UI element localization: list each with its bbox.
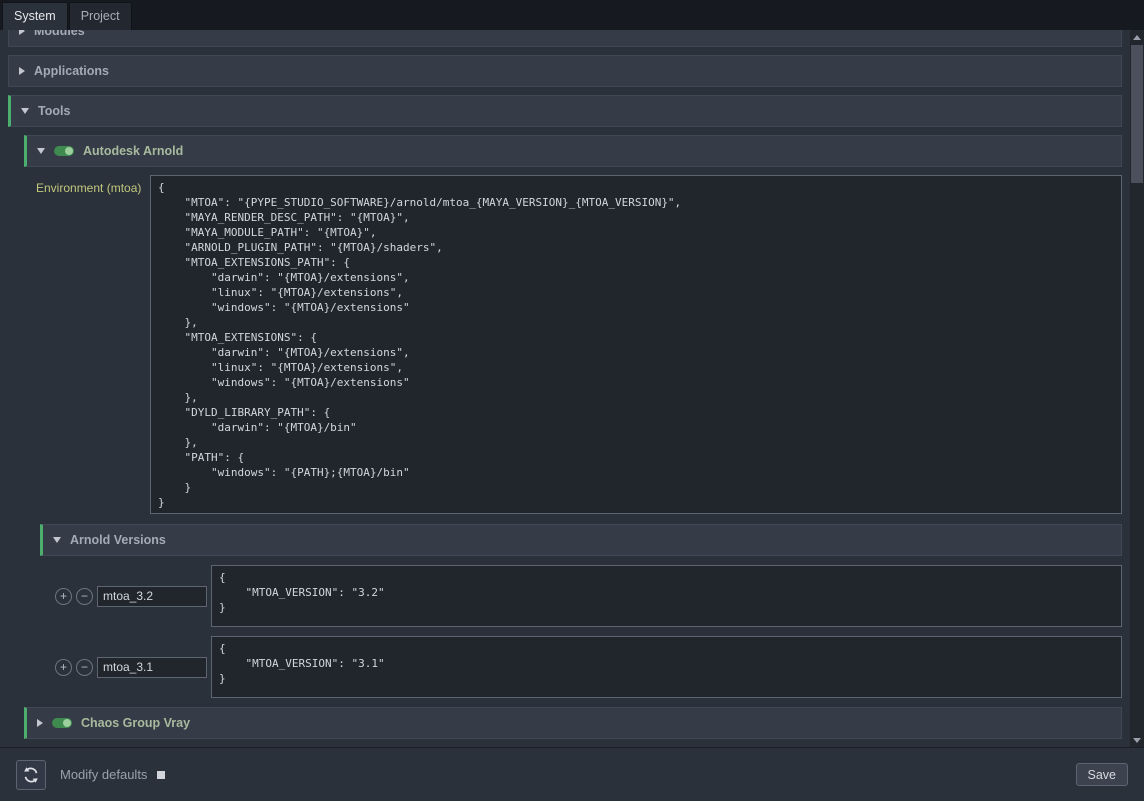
section-chaos-group-vray: Chaos Group Vray	[24, 707, 1122, 739]
tab-project[interactable]: Project	[69, 2, 132, 30]
section-title-modules: Modules	[34, 30, 85, 38]
tools-section-body: Autodesk Arnold Environment (mtoa) { "MT…	[8, 127, 1122, 739]
version-name-input[interactable]	[97, 657, 207, 678]
section-arnold-versions-header[interactable]: Arnold Versions	[40, 524, 1122, 556]
section-title-arnold: Autodesk Arnold	[83, 144, 183, 158]
environment-field-row: Environment (mtoa) { "MTOA": "{PYPE_STUD…	[36, 175, 1122, 514]
section-title-applications: Applications	[34, 64, 109, 78]
expanded-arrow-icon	[53, 537, 61, 543]
arnold-section-body: Environment (mtoa) { "MTOA": "{PYPE_STUD…	[24, 167, 1122, 698]
settings-window: System Project Modules Applications Tool…	[0, 0, 1144, 801]
version-name-input[interactable]	[97, 586, 207, 607]
remove-version-button[interactable]: −	[76, 659, 93, 676]
expanded-arrow-icon	[37, 148, 45, 154]
version-row: + − { "MTOA_VERSION": "3.2" }	[55, 565, 1122, 627]
expanded-arrow-icon	[21, 108, 29, 114]
toggle-knob-icon	[63, 719, 71, 727]
tab-system[interactable]: System	[2, 2, 68, 30]
footer-bar: Modify defaults Save	[0, 747, 1144, 801]
section-vray-header[interactable]: Chaos Group Vray	[24, 707, 1122, 739]
section-applications: Applications	[8, 55, 1122, 87]
toggle-knob-icon	[65, 147, 73, 155]
environment-field-label: Environment (mtoa)	[36, 175, 146, 514]
section-modules: Modules	[8, 30, 1122, 47]
modify-defaults-checkbox[interactable]	[157, 771, 165, 779]
scroll-down-button[interactable]	[1130, 733, 1144, 747]
scroll-up-button[interactable]	[1130, 30, 1144, 44]
modify-defaults-label: Modify defaults	[60, 767, 147, 782]
save-button[interactable]: Save	[1076, 763, 1129, 786]
refresh-icon	[22, 766, 40, 784]
collapsed-arrow-icon	[19, 67, 25, 75]
scroll-down-icon	[1133, 738, 1141, 743]
add-version-button[interactable]: +	[55, 659, 72, 676]
refresh-button[interactable]	[16, 760, 46, 790]
section-modules-header[interactable]: Modules	[8, 30, 1122, 47]
vray-enabled-toggle[interactable]	[52, 718, 72, 728]
environment-json-editor[interactable]: { "MTOA": "{PYPE_STUDIO_SOFTWARE}/arnold…	[150, 175, 1122, 514]
collapsed-arrow-icon	[37, 719, 43, 727]
remove-version-button[interactable]: −	[76, 588, 93, 605]
section-title-tools: Tools	[38, 104, 70, 118]
version-row-controls: + −	[55, 586, 207, 607]
section-applications-header[interactable]: Applications	[8, 55, 1122, 87]
collapsed-arrow-icon	[19, 30, 25, 35]
version-json-editor[interactable]: { "MTOA_VERSION": "3.2" }	[211, 565, 1122, 627]
arnold-enabled-toggle[interactable]	[54, 146, 74, 156]
version-row-controls: + −	[55, 657, 207, 678]
scroll-up-icon	[1133, 35, 1141, 40]
settings-content: Modules Applications Tools Autodesk Arno…	[0, 30, 1130, 747]
vertical-scrollbar[interactable]	[1130, 30, 1144, 747]
arnold-versions-body: + − { "MTOA_VERSION": "3.2" } +	[40, 556, 1122, 698]
section-arnold-versions: Arnold Versions + − { "MTOA_VE	[40, 524, 1122, 698]
add-version-button[interactable]: +	[55, 588, 72, 605]
tab-bar: System Project	[0, 0, 1144, 30]
section-tools: Tools Autodesk Arnold Environment (mtoa)…	[8, 95, 1122, 739]
version-row: + − { "MTOA_VERSION": "3.1" }	[55, 636, 1122, 698]
scrollbar-thumb[interactable]	[1131, 45, 1143, 183]
section-autodesk-arnold: Autodesk Arnold Environment (mtoa) { "MT…	[24, 135, 1122, 698]
section-title-arnold-versions: Arnold Versions	[70, 533, 166, 547]
section-tools-header[interactable]: Tools	[8, 95, 1122, 127]
section-arnold-header[interactable]: Autodesk Arnold	[24, 135, 1122, 167]
section-title-vray: Chaos Group Vray	[81, 716, 190, 730]
version-json-editor[interactable]: { "MTOA_VERSION": "3.1" }	[211, 636, 1122, 698]
